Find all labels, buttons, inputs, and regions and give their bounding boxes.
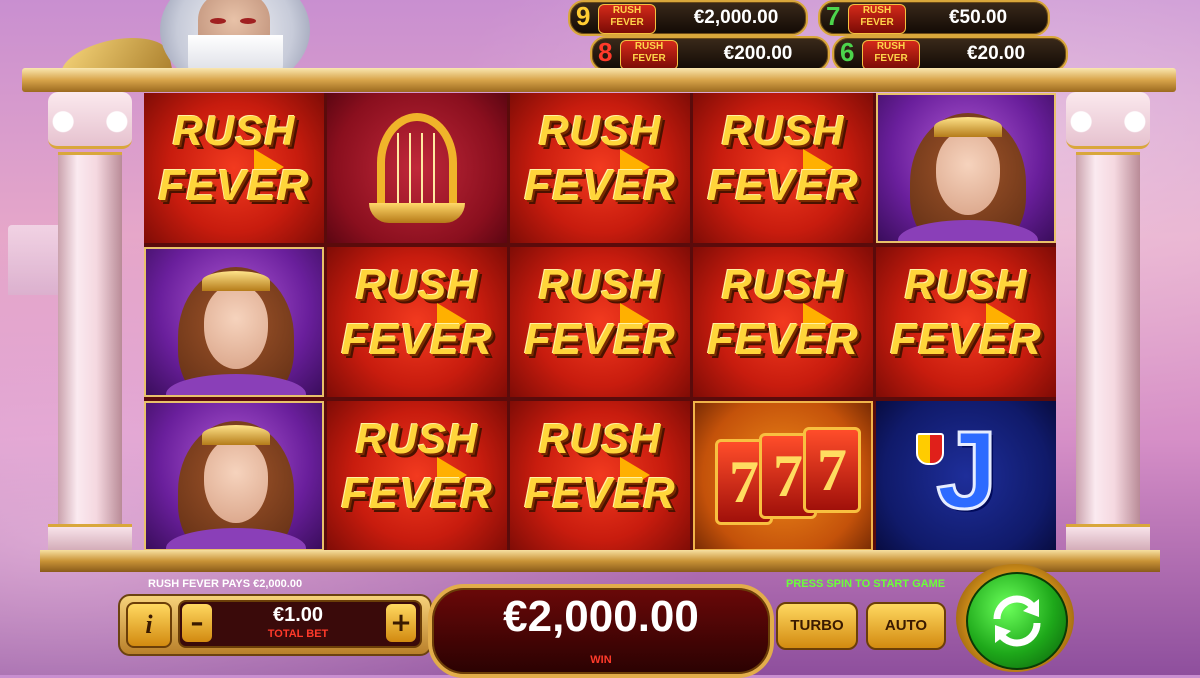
rush-fever-logo-icon: RUSH FEVER [598, 4, 656, 34]
rush-fever-symbol-top: RUSH [355, 415, 479, 462]
rush-fever-symbol-icon: RUSH FEVER [693, 93, 873, 243]
rush-fever-symbol-bottom: FEVER [341, 315, 493, 364]
jackpot-count: 7 [826, 1, 841, 31]
jackpot-8: 8 RUSH FEVER €200.00 [590, 36, 830, 72]
rush-fever-symbol-icon: RUSH FEVER [327, 247, 507, 397]
rush-fever-symbol-top: RUSH [172, 107, 296, 154]
pays-message: RUSH FEVER PAYS €2,000.00 [148, 578, 303, 590]
rush-fever-symbol-icon: RUSH FEVER [876, 247, 1056, 397]
jackpot-amount: €2,000.00 [693, 7, 779, 28]
jackpot-amount: €20.00 [966, 43, 1026, 64]
goddess-symbol-icon [144, 247, 324, 397]
increase-bet-button[interactable]: + [386, 604, 416, 642]
rush-fever-symbol-bottom: FEVER [524, 161, 676, 210]
rush-fever-logo-icon: RUSH FEVER [862, 40, 920, 70]
rush-fever-symbol-top: RUSH [721, 261, 845, 308]
jack-symbol-icon: J [876, 401, 1056, 551]
goddess-symbol-icon [876, 93, 1056, 243]
jackpot-panel: 9 RUSH FEVER €2,000.00 7 RUSH FEVER €50.00… [568, 0, 1068, 72]
rush-fever-symbol-top: RUSH [355, 261, 479, 308]
rush-fever-symbol-icon: RUSH FEVER [510, 247, 690, 397]
jackpot-amount: €50.00 [948, 7, 1008, 28]
rush-fever-symbol-icon: RUSH FEVER [510, 93, 690, 243]
rush-fever-symbol-icon: RUSH FEVER [144, 93, 324, 243]
rush-fever-symbol-bottom: FEVER [707, 161, 859, 210]
seven-glyph: 7 [803, 427, 861, 513]
rush-fever-logo-icon: RUSH FEVER [848, 4, 906, 34]
rush-fever-symbol-bottom: FEVER [158, 161, 310, 210]
right-pillar [1066, 92, 1150, 552]
jackpot-6: 6 RUSH FEVER €20.00 [832, 36, 1068, 72]
info-button[interactable]: i [126, 602, 172, 648]
jackpot-count: 8 [598, 37, 613, 67]
win-amount: €2,000.00 [503, 592, 699, 641]
rush-fever-symbol-top: RUSH [538, 261, 662, 308]
spin-button[interactable] [966, 572, 1068, 670]
auto-button[interactable]: AUTO [866, 602, 946, 650]
rush-fever-symbol-icon: RUSH FEVER [693, 247, 873, 397]
jackpot-9: 9 RUSH FEVER €2,000.00 [568, 0, 808, 36]
rush-fever-logo-icon: RUSH FEVER [620, 40, 678, 70]
start-hint: PRESS SPIN TO START GAME [786, 578, 946, 590]
rush-fever-symbol-top: RUSH [721, 107, 845, 154]
reel-frame-top [22, 68, 1176, 92]
rush-fever-symbol-top: RUSH [904, 261, 1028, 308]
win-label: WIN [590, 654, 612, 666]
rush-fever-symbol-top: RUSH [538, 107, 662, 154]
rush-fever-symbol-bottom: FEVER [524, 315, 676, 364]
triple-seven-symbol-icon: 777 [693, 401, 873, 551]
goddess-symbol-icon [144, 401, 324, 551]
rush-fever-symbol-bottom: FEVER [890, 315, 1042, 364]
rush-fever-symbol-bottom: FEVER [524, 469, 676, 518]
rush-fever-symbol-bottom: FEVER [341, 469, 493, 518]
rush-fever-symbol-bottom: FEVER [707, 315, 859, 364]
left-pillar [48, 92, 132, 552]
turbo-button[interactable]: TURBO [776, 602, 858, 650]
jack-letter: J [935, 408, 999, 534]
decrease-bet-button[interactable]: – [182, 604, 212, 642]
rush-fever-symbol-icon: RUSH FEVER [327, 401, 507, 551]
jackpot-count: 9 [576, 1, 591, 31]
jackpot-count: 6 [840, 37, 855, 67]
total-bet-value: €1.00 [272, 604, 324, 626]
jackpot-amount: €200.00 [723, 43, 793, 64]
rush-fever-symbol-icon: RUSH FEVER [510, 401, 690, 551]
lyre-symbol-icon [327, 93, 507, 243]
spin-arrows-icon [993, 595, 1041, 647]
total-bet-label: TOTAL BET [267, 628, 329, 640]
reel-grid: RUSH FEVER RUSH FEVER RUSH FEVER RUSH FEVER RUSH… [144, 93, 1056, 551]
rush-fever-symbol-top: RUSH [538, 415, 662, 462]
jackpot-7: 7 RUSH FEVER €50.00 [818, 0, 1050, 36]
